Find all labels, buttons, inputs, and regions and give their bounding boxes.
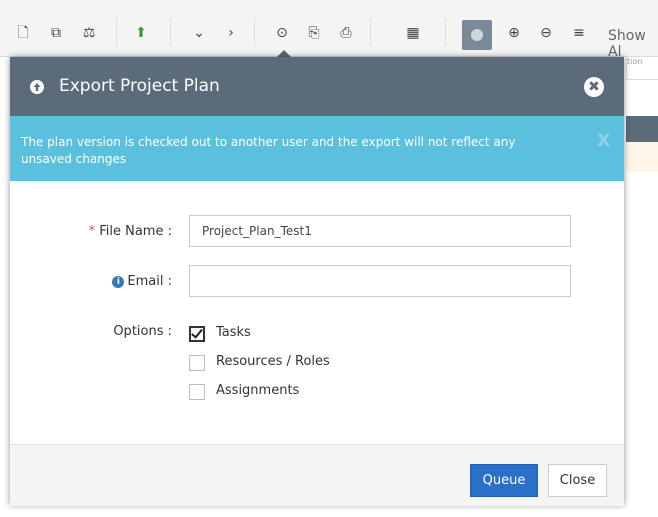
background-column-label: tion [627, 57, 643, 66]
dialog-footer: Queue Close [10, 444, 624, 506]
zoom-in-icon[interactable]: ⊕ [505, 26, 523, 40]
file-name-value: Project_Plan_Test1 [202, 224, 312, 238]
info-icon[interactable]: i [112, 276, 125, 288]
dialog-header: Export Project Plan ✖ [10, 57, 624, 116]
export-icon[interactable]: ⊙ [273, 26, 291, 40]
background-row [626, 142, 658, 172]
print-icon[interactable]: ⎙ [337, 26, 355, 40]
email-label-text: Email : [127, 274, 172, 289]
balance-icon[interactable]: ⚖ [80, 26, 98, 40]
email-label: i Email : [70, 274, 172, 289]
export-dialog: Export Project Plan ✖ The plan version i… [10, 57, 624, 506]
calculator-icon[interactable]: ▦ [404, 26, 422, 40]
assignments-option-label[interactable]: Assignments [216, 383, 299, 398]
zoom-out-icon[interactable]: ⊖ [537, 26, 555, 40]
toggle-icon[interactable] [462, 20, 492, 50]
align-icon[interactable]: ≡ [570, 26, 588, 40]
download-icon[interactable]: ⎘ [305, 26, 323, 40]
assignments-checkbox[interactable] [189, 384, 205, 400]
alert-dismiss-icon[interactable]: X [597, 131, 610, 151]
toolbar-divider [254, 18, 255, 46]
chevron-right-icon[interactable]: › [222, 26, 240, 40]
queue-button[interactable]: Queue [470, 464, 538, 497]
file-name-label: * File Name : [70, 224, 172, 239]
resources-roles-checkbox[interactable] [189, 355, 205, 371]
chevron-down-icon[interactable]: ⌄ [190, 26, 208, 40]
options-label: Options : [113, 324, 172, 339]
warning-alert: The plan version is checked out to anoth… [10, 116, 624, 181]
file-name-label-text: File Name : [99, 224, 172, 239]
tasks-option-label[interactable]: Tasks [216, 325, 251, 340]
resources-roles-option-label[interactable]: Resources / Roles [216, 354, 330, 369]
toolbar-divider [170, 18, 171, 46]
close-icon[interactable]: ✖ [584, 77, 604, 97]
email-input[interactable] [189, 265, 571, 297]
close-button[interactable]: Close [548, 464, 607, 497]
required-mark: * [88, 224, 96, 239]
background-column-header: tion [626, 56, 658, 80]
tasks-checkbox[interactable] [189, 326, 205, 342]
toolbar: 🗋 ⧉ ⚖ ⬆ ⌄ › ⊙ ⎘ ⎙ ▦ ⊕ ⊖ ≡ Show Al [0, 0, 658, 60]
dialog-title: Export Project Plan [59, 76, 220, 96]
toolbar-divider [370, 18, 371, 46]
popover-caret [277, 50, 291, 57]
toolbar-divider [116, 18, 117, 46]
export-icon [30, 80, 44, 94]
upload-icon[interactable]: ⬆ [132, 26, 150, 40]
toolbar-divider [445, 18, 446, 46]
copy-icon[interactable]: ⧉ [47, 26, 65, 40]
new-doc-icon[interactable]: 🗋 [14, 26, 32, 40]
file-name-input[interactable]: Project_Plan_Test1 [189, 215, 571, 247]
alert-message: The plan version is checked out to anoth… [21, 135, 516, 166]
background-row [626, 116, 658, 142]
